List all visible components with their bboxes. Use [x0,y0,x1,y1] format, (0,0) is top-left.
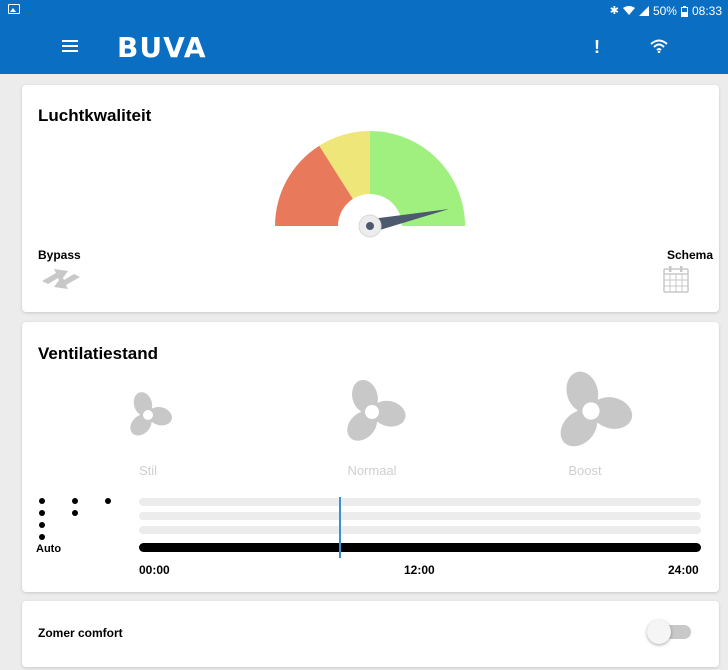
clock: 08:33 [691,4,722,18]
ventilation-title: Ventilatiestand [38,344,158,363]
time-label-start: 00:00 [139,563,170,577]
summer-comfort-label: Zomer comfort [38,626,123,640]
bluetooth-icon: ✱ [609,5,619,17]
battery-icon [680,5,688,17]
air-quality-title: Luchtkwaliteit [38,106,152,125]
toggle-knob [647,620,671,644]
time-label-mid: 12:00 [404,563,435,577]
auto-label: Auto [36,543,62,555]
wifi-signal-icon [622,6,635,15]
cell-signal-icon [638,6,649,16]
schema-label: Schema [666,248,713,262]
bypass-icon[interactable] [38,263,84,293]
fan-small-icon[interactable] [123,390,173,440]
level-dot [39,534,45,540]
menu-icon[interactable] [62,40,78,54]
level-dot [72,498,78,504]
mode-stil-label[interactable]: Stil [98,463,198,478]
level-dot [39,510,45,516]
alert-button[interactable]: ! [594,37,600,58]
app-bar: BUVA ! [0,22,728,74]
image-icon [8,4,20,14]
calendar-icon[interactable] [663,265,689,293]
schedule-track-auto[interactable] [139,543,701,552]
time-label-end: 24:00 [668,563,699,577]
fan-medium-icon[interactable] [337,377,407,447]
ventilation-card: Ventilatiestand Stil Normaal Boost Auto … [22,322,719,592]
fan-large-icon[interactable] [548,368,634,454]
mode-boost-label[interactable]: Boost [535,463,635,478]
level-dot [39,522,45,528]
level-dot [105,498,111,504]
summer-comfort-toggle[interactable] [647,620,693,644]
status-icons: ✱ 50% 08:33 [610,4,722,18]
air-quality-card: Luchtkwaliteit Bypass Schema [22,85,719,312]
level-dot [72,510,78,516]
bypass-label: Bypass [38,248,81,262]
wifi-icon[interactable] [650,39,668,53]
summer-comfort-card: Zomer comfort [22,601,719,667]
current-time-indicator [339,497,341,558]
buva-logo: BUVA [117,31,207,64]
air-quality-gauge [267,131,477,245]
mode-normaal-label[interactable]: Normaal [322,463,422,478]
schedule-track-boost[interactable] [139,498,701,506]
schedule-track-stil[interactable] [139,526,701,534]
schedule-track-normaal[interactable] [139,512,701,520]
status-bar: ✱ 50% 08:33 [0,0,728,22]
battery-text: 50% [652,4,677,18]
level-dot [39,498,45,504]
